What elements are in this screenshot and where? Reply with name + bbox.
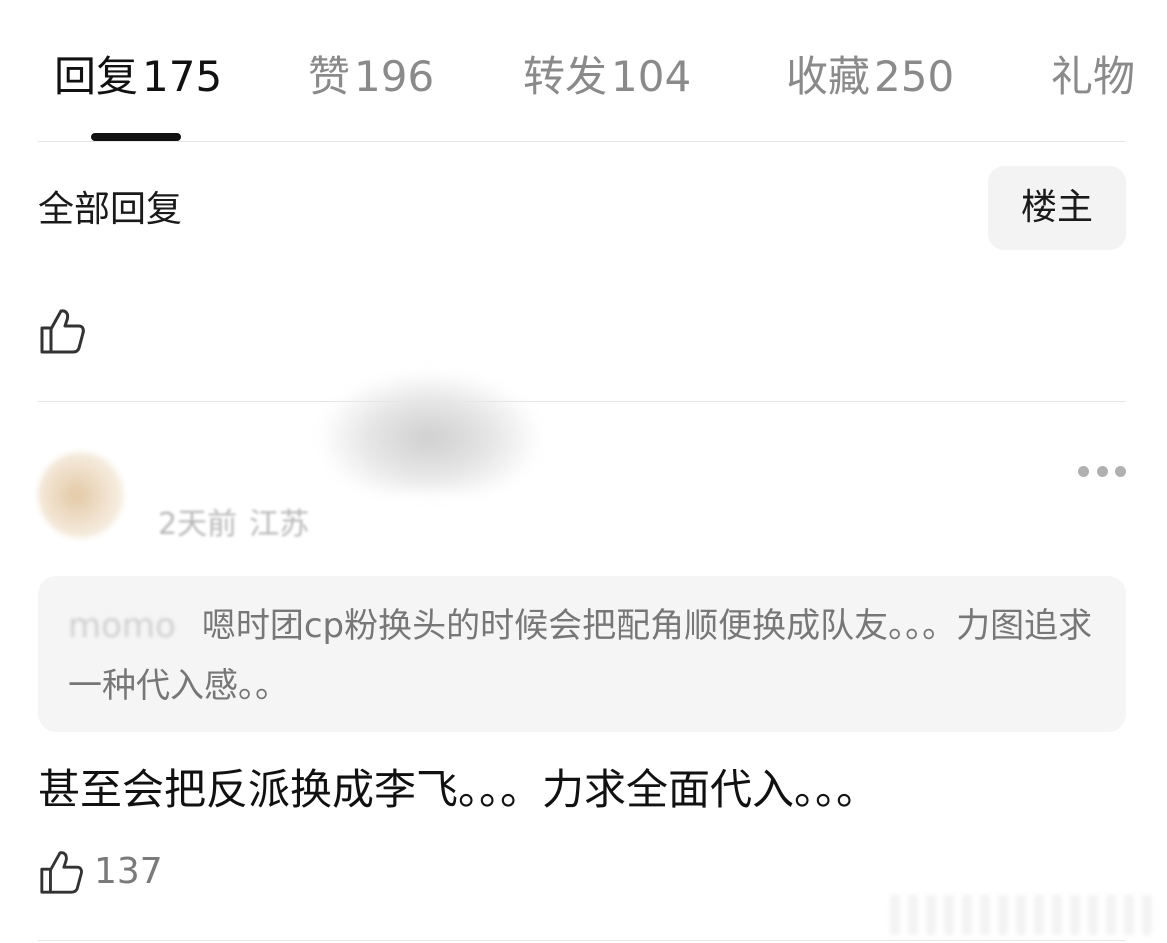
more-options-icon[interactable] (1078, 458, 1126, 484)
username-blurred (320, 372, 540, 492)
quoted-reply[interactable]: momo 嗯时团cp粉换头的时候会把配角顺便换成队友。。。力图追求一种代入感。。 (38, 576, 1126, 732)
tab-reposts-label: 转发 (523, 52, 608, 101)
divider (38, 141, 1126, 142)
tab-likes[interactable]: 赞196 (308, 48, 434, 106)
like-count: 137 (94, 851, 163, 892)
like-button[interactable]: 137 (38, 848, 163, 896)
comment-location: 江苏 (249, 507, 310, 542)
reply-tabs: 回复175 赞196 转发104 收藏250 礼物 (0, 0, 1167, 142)
divider (38, 940, 1126, 941)
divider (38, 401, 1126, 402)
quoted-text: 嗯时团cp粉换头的时候会把配角顺便换成队友。。。力图追求一种代入感。。 (68, 606, 1093, 706)
active-tab-indicator (91, 133, 181, 141)
tab-gifts-label: 礼物 (1051, 52, 1136, 101)
tab-replies[interactable]: 回复175 (54, 48, 222, 106)
quoted-username: momo (68, 606, 176, 646)
reply-text: 甚至会把反派换成李飞。。。力求全面代入。。。 (38, 765, 879, 814)
thumbs-up-icon[interactable] (38, 306, 86, 356)
owner-only-button[interactable]: 楼主 (988, 166, 1126, 250)
tab-favorites[interactable]: 收藏250 (786, 48, 954, 106)
tab-reposts-count: 104 (611, 52, 692, 101)
all-replies-label: 全部回复 (38, 189, 183, 230)
tab-likes-count: 196 (354, 52, 435, 101)
tab-replies-count: 175 (142, 52, 223, 101)
tab-reposts[interactable]: 转发104 (523, 48, 691, 106)
tab-favorites-label: 收藏 (786, 52, 871, 101)
thumbs-up-icon (40, 851, 83, 894)
comment-meta: 2天前 江苏 (158, 505, 309, 545)
tab-likes-label: 赞 (308, 52, 351, 101)
tab-gifts[interactable]: 礼物 (1051, 48, 1135, 106)
tab-replies-label: 回复 (54, 52, 139, 101)
tab-favorites-count: 250 (874, 52, 955, 101)
avatar[interactable] (38, 452, 124, 538)
watermark-blurred (890, 895, 1160, 935)
comment-time: 2天前 (158, 507, 238, 542)
